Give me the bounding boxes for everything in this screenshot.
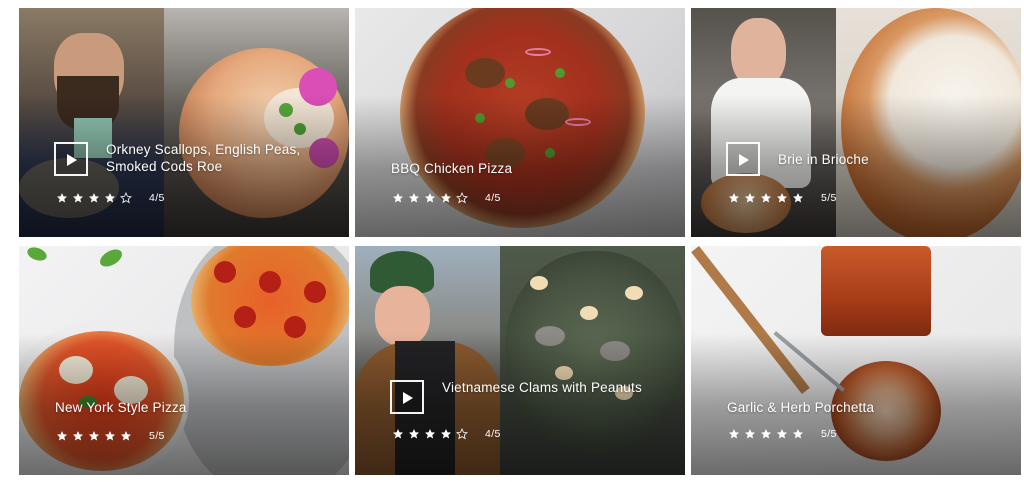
recipe-card-garlic-herb-porchetta[interactable]: Garlic & Herb Porchetta 5/5: [691, 246, 1021, 475]
star-outline-icon: [120, 192, 132, 204]
rating-stars: [728, 428, 804, 440]
rating-stars: [56, 192, 132, 204]
star-filled-icon: [441, 193, 451, 203]
star-filled-icon: [105, 431, 115, 441]
play-icon: [403, 392, 413, 404]
recipe-title[interactable]: Garlic & Herb Porchetta: [727, 399, 967, 416]
star-filled-icon: [425, 193, 435, 203]
recipe-rating: 4/5: [392, 428, 501, 440]
play-icon: [739, 154, 749, 166]
recipe-card-bbq-chicken-pizza[interactable]: BBQ Chicken Pizza 4/5: [355, 8, 685, 237]
star-filled-icon: [425, 429, 435, 439]
star-filled-icon: [89, 193, 99, 203]
star-filled-icon: [793, 193, 803, 203]
recipe-rating: 5/5: [728, 428, 837, 440]
rating-score: 5/5: [821, 428, 837, 440]
star-filled-icon: [777, 193, 787, 203]
recipe-rating: 4/5: [392, 192, 501, 204]
rating-stars: [392, 192, 468, 204]
star-filled-icon: [393, 429, 403, 439]
rating-score: 5/5: [149, 430, 165, 442]
star-filled-icon: [793, 429, 803, 439]
recipe-grid: Orkney Scallops, English Peas, Smoked Co…: [0, 0, 1024, 482]
star-filled-icon: [57, 193, 67, 203]
star-filled-icon: [777, 429, 787, 439]
recipe-card-new-york-style-pizza[interactable]: New York Style Pizza 5/5: [19, 246, 349, 475]
star-filled-icon: [105, 193, 115, 203]
star-filled-icon: [745, 429, 755, 439]
rating-score: 4/5: [485, 428, 501, 440]
recipe-rating: 4/5: [56, 192, 165, 204]
star-filled-icon: [409, 193, 419, 203]
star-filled-icon: [745, 193, 755, 203]
star-filled-icon: [73, 193, 83, 203]
recipe-card-brie-in-brioche[interactable]: Brie in Brioche 5/5: [691, 8, 1021, 237]
rating-stars: [728, 192, 804, 204]
rating-stars: [56, 430, 132, 442]
recipe-title[interactable]: New York Style Pizza: [55, 399, 295, 416]
recipe-title[interactable]: Brie in Brioche: [778, 151, 988, 168]
star-filled-icon: [761, 193, 771, 203]
recipe-rating: 5/5: [728, 192, 837, 204]
play-button[interactable]: [726, 142, 760, 176]
rating-score: 5/5: [821, 192, 837, 204]
star-filled-icon: [393, 193, 403, 203]
recipe-title[interactable]: Orkney Scallops, English Peas, Smoked Co…: [106, 141, 316, 175]
star-filled-icon: [121, 431, 131, 441]
play-button[interactable]: [54, 142, 88, 176]
star-filled-icon: [73, 431, 83, 441]
recipe-card-orkney-scallops[interactable]: Orkney Scallops, English Peas, Smoked Co…: [19, 8, 349, 237]
star-outline-icon: [456, 428, 468, 440]
star-filled-icon: [761, 429, 771, 439]
star-filled-icon: [729, 429, 739, 439]
recipe-rating: 5/5: [56, 430, 165, 442]
play-icon: [67, 154, 77, 166]
star-filled-icon: [729, 193, 739, 203]
rating-score: 4/5: [485, 192, 501, 204]
play-button[interactable]: [390, 380, 424, 414]
star-outline-icon: [456, 192, 468, 204]
star-filled-icon: [57, 431, 67, 441]
star-filled-icon: [409, 429, 419, 439]
rating-stars: [392, 428, 468, 440]
recipe-title[interactable]: BBQ Chicken Pizza: [391, 160, 631, 177]
star-filled-icon: [89, 431, 99, 441]
star-filled-icon: [441, 429, 451, 439]
recipe-card-vietnamese-clams-with-peanuts[interactable]: Vietnamese Clams with Peanuts 4/5: [355, 246, 685, 475]
recipe-title[interactable]: Vietnamese Clams with Peanuts: [442, 379, 642, 396]
rating-score: 4/5: [149, 192, 165, 204]
